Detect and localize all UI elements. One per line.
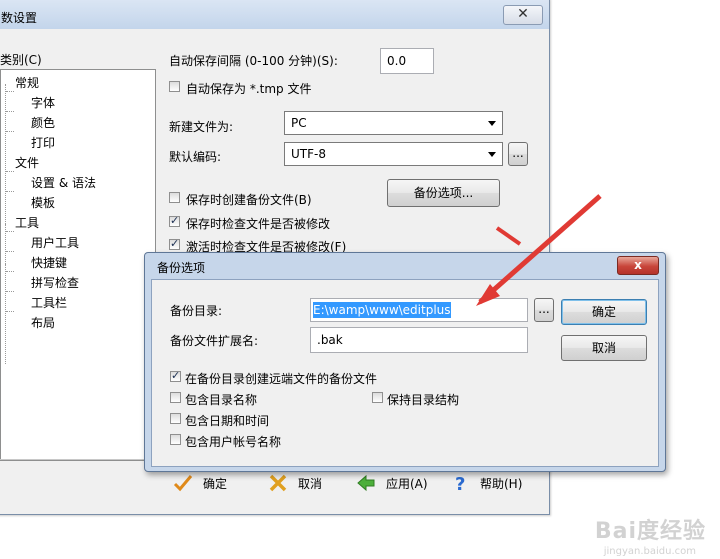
keep-structure-label: 保持目录结构 [387, 393, 460, 407]
category-label: 类别(C) [0, 53, 42, 67]
tree-item-file[interactable]: 文件 [15, 154, 39, 171]
include-datetime-label: 包含日期和时间 [185, 414, 270, 428]
close-icon: x [634, 258, 642, 272]
tree-item-print[interactable]: 打印 [31, 134, 55, 151]
autosave-interval-label: 自动保存间隔 (0-100 分钟)(S): [169, 54, 338, 68]
new-file-value: PC [291, 116, 307, 130]
watermark-url: jingyan.baidu.com [603, 546, 696, 557]
tree-connector [6, 271, 14, 272]
check-modified-activate-checkbox[interactable] [169, 237, 180, 250]
category-tree[interactable]: 常规 字体 颜色 打印 文件 设置 & 语法 模板 工具 用户工具 快捷键 拼写… [0, 69, 156, 461]
tree-connector [6, 231, 14, 232]
watermark-logo: Bai度经验 [594, 519, 706, 544]
tree-connector [6, 171, 14, 172]
include-dirname-checkbox[interactable] [170, 392, 181, 403]
tree-connector [6, 91, 14, 92]
backup-ext-label: 备份文件扩展名: [170, 334, 259, 348]
tree-connector [6, 191, 14, 192]
include-datetime-checkbox[interactable] [170, 413, 181, 424]
remote-backup-label: 在备份目录创建远端文件的备份文件 [185, 372, 378, 386]
backup-dir-browse-button[interactable]: ... [534, 298, 554, 322]
apply-label: 应用(A) [386, 477, 428, 491]
new-file-label: 新建文件为: [169, 120, 234, 134]
autosave-tmp-checkbox[interactable] [169, 81, 180, 92]
dialog-title: 备份选项 [157, 261, 206, 275]
encoding-more-button[interactable]: ... [508, 142, 528, 166]
ok-button[interactable]: 确定 [173, 473, 243, 495]
cancel-label: 取消 [298, 477, 323, 491]
include-username-label: 包含用户帐号名称 [185, 435, 282, 449]
tree-item-shortcuts[interactable]: 快捷键 [31, 254, 67, 271]
tree-item-color[interactable]: 颜色 [31, 114, 55, 131]
include-username-checkbox[interactable] [170, 434, 181, 445]
dialog-ok-button[interactable]: 确定 [561, 299, 647, 325]
backup-ext-input[interactable]: .bak [310, 327, 528, 353]
tree-connector [6, 311, 14, 312]
apply-button[interactable]: 应用(A) [356, 473, 436, 495]
backup-options-dialog: 备份选项 x 备份目录: E:\wamp\www\editplus ... 备份… [144, 252, 666, 472]
encoding-select[interactable]: UTF-8 [284, 142, 503, 166]
tree-connector [5, 84, 6, 224]
backup-dir-label: 备份目录: [170, 304, 223, 318]
tree-connector [5, 264, 6, 364]
tree-item-toolbar[interactable]: 工具栏 [31, 294, 67, 311]
window-title: 数设置 [1, 11, 38, 25]
remote-backup-checkbox[interactable] [170, 369, 181, 382]
checkmark-icon [173, 475, 193, 492]
new-file-select[interactable]: PC [284, 111, 503, 135]
dialog-cancel-button[interactable]: 取消 [561, 335, 647, 361]
dialog-body: 备份目录: E:\wamp\www\editplus ... 备份文件扩展名: … [151, 279, 659, 467]
tree-connector [6, 291, 14, 292]
tree-item-layout[interactable]: 布局 [31, 314, 55, 331]
help-label: 帮助(H) [480, 477, 523, 491]
close-button[interactable]: ✕ [503, 5, 543, 25]
arrow-left-icon [357, 474, 375, 492]
backup-dir-input[interactable]: E:\wamp\www\editplus [310, 298, 528, 322]
close-icon: ✕ [517, 6, 529, 22]
dialog-close-button[interactable]: x [617, 256, 659, 275]
tree-item-font[interactable]: 字体 [31, 94, 55, 111]
tree-connector [6, 131, 14, 132]
backup-on-save-checkbox[interactable] [169, 192, 180, 203]
tree-connector [6, 111, 14, 112]
chevron-down-icon [488, 121, 496, 126]
keep-structure-checkbox[interactable] [372, 392, 383, 403]
tree-item-spellcheck[interactable]: 拼写检查 [31, 274, 79, 291]
include-dirname-label: 包含目录名称 [185, 393, 258, 407]
backup-options-button[interactable]: 备份选项... [387, 179, 500, 207]
tree-item-general[interactable]: 常规 [15, 74, 39, 91]
cancel-button[interactable]: 取消 [268, 473, 338, 495]
tree-connector [6, 251, 14, 252]
help-button[interactable]: ? 帮助(H) [450, 473, 530, 495]
check-modified-save-label: 保存时检查文件是否被修改 [186, 217, 331, 231]
tree-item-settings-syntax[interactable]: 设置 & 语法 [31, 174, 96, 191]
tree-item-tools[interactable]: 工具 [15, 214, 39, 231]
cross-icon [269, 474, 287, 492]
ok-label: 确定 [203, 477, 228, 491]
encoding-value: UTF-8 [291, 147, 326, 161]
backup-on-save-label: 保存时创建备份文件(B) [186, 193, 312, 207]
tree-item-user-tools[interactable]: 用户工具 [31, 234, 79, 251]
encoding-label: 默认编码: [169, 150, 222, 164]
title-bar: 数设置 ✕ [0, 0, 549, 29]
check-modified-save-checkbox[interactable] [169, 214, 180, 227]
autosave-tmp-label: 自动保存为 *.tmp 文件 [186, 82, 312, 96]
question-icon: ? [455, 474, 465, 493]
autosave-interval-input[interactable]: 0.0 [380, 48, 434, 74]
tree-item-template[interactable]: 模板 [31, 194, 55, 211]
chevron-down-icon [488, 152, 496, 157]
backup-dir-value: E:\wamp\www\editplus [313, 302, 451, 318]
svg-text:?: ? [455, 474, 465, 493]
